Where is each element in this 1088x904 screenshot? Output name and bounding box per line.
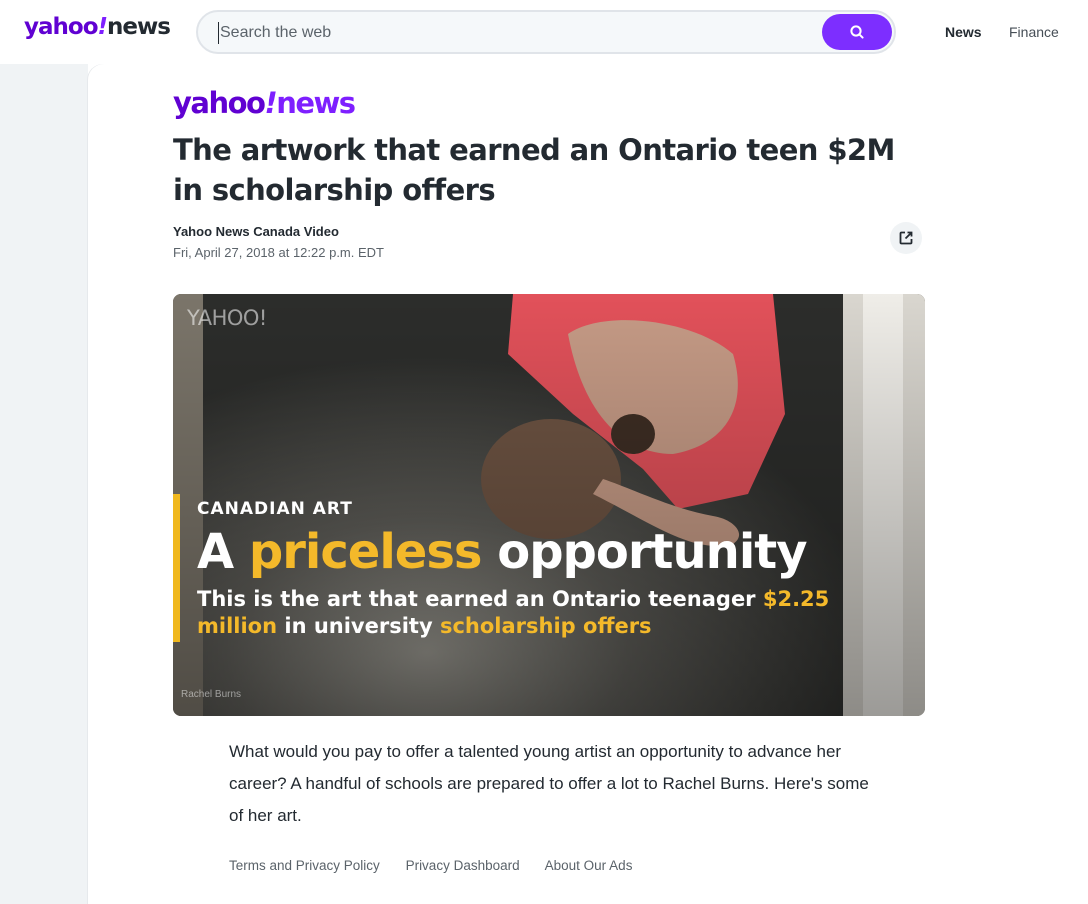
video-credit: Rachel Burns bbox=[181, 689, 242, 700]
share-button[interactable] bbox=[890, 222, 922, 254]
article-publisher-logo: yahoo!news bbox=[173, 86, 356, 120]
article-date: Fri, April 27, 2018 at 12:22 p.m. EDT bbox=[173, 245, 384, 260]
publisher-yahoo-text: yahoo bbox=[173, 86, 266, 120]
footer-links: Terms and Privacy Policy Privacy Dashboa… bbox=[229, 858, 654, 873]
video-subtitle: This is the art that earned an Ontario t… bbox=[197, 587, 830, 638]
logo-yahoo-text: yahoo bbox=[24, 14, 98, 40]
search-button[interactable] bbox=[822, 14, 892, 50]
logo-exclamation: ! bbox=[97, 14, 108, 40]
terms-privacy-link[interactable]: Terms and Privacy Policy bbox=[229, 858, 380, 873]
article-body: What would you pay to offer a talented y… bbox=[229, 742, 869, 825]
about-ads-link[interactable]: About Our Ads bbox=[545, 858, 633, 873]
yahoo-news-logo[interactable]: yahoo!news bbox=[24, 14, 171, 40]
privacy-dashboard-link[interactable]: Privacy Dashboard bbox=[406, 858, 520, 873]
article-byline: Yahoo News Canada Video bbox=[173, 224, 339, 239]
search-input[interactable] bbox=[218, 22, 808, 44]
external-share-icon bbox=[899, 231, 913, 245]
video-watermark: YAHOO! bbox=[187, 306, 267, 330]
left-gutter bbox=[0, 64, 88, 904]
video-player[interactable]: YAHOO! CANADIAN ART A priceless opportun… bbox=[173, 294, 925, 716]
video-kicker: CANADIAN ART bbox=[197, 499, 353, 519]
publisher-news-text: news bbox=[276, 86, 356, 120]
search-bar bbox=[196, 10, 896, 54]
article-headline: The artwork that earned an Ontario teen … bbox=[173, 133, 895, 207]
logo-news-text: news bbox=[107, 14, 171, 40]
caption-accent-bar bbox=[173, 494, 180, 642]
nav-finance[interactable]: Finance bbox=[1009, 24, 1059, 40]
top-header: yahoo!news News Finance bbox=[0, 0, 1088, 64]
publisher-exclamation: ! bbox=[264, 86, 277, 120]
video-title: A priceless opportunity bbox=[197, 524, 808, 580]
search-icon bbox=[850, 25, 864, 39]
nav-news[interactable]: News bbox=[945, 24, 982, 40]
